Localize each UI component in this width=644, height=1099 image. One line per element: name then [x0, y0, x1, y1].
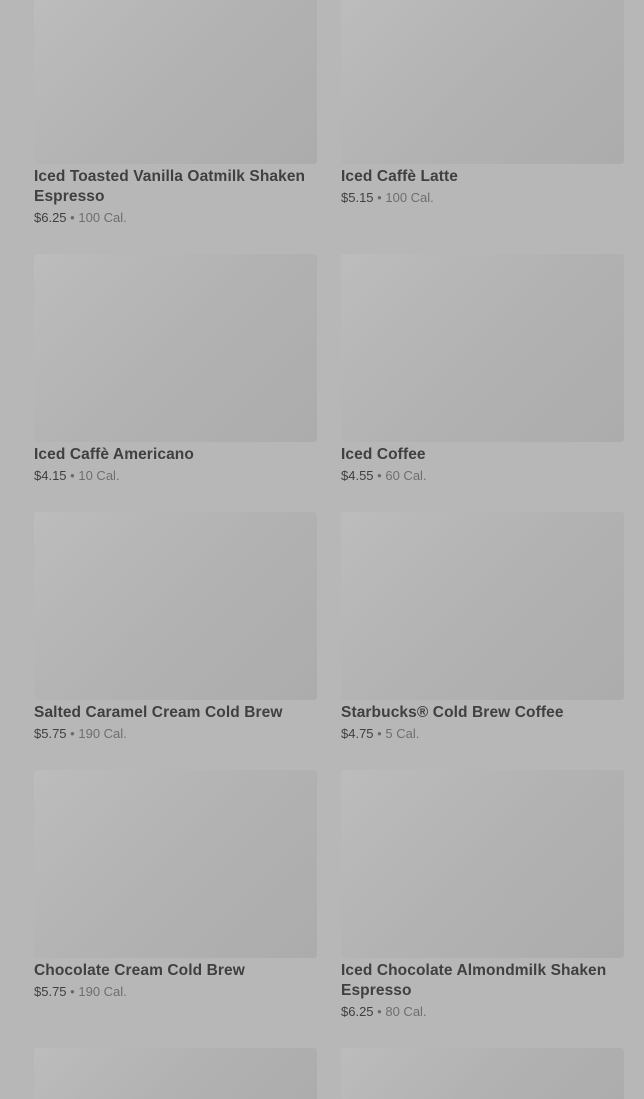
- menu-item-card[interactable]: Iced Chocolate Almondmilk Shaken Espress…: [341, 770, 624, 1021]
- product-meta: $5.15 • 100 Cal.: [341, 189, 624, 207]
- product-meta: $5.75 • 190 Cal.: [34, 725, 317, 743]
- meta-separator: •: [70, 984, 75, 999]
- menu-item-card[interactable]: Iced Caffè Latte $5.15 • 100 Cal.: [341, 0, 624, 207]
- product-image-placeholder[interactable]: [34, 254, 317, 442]
- meta-separator: •: [377, 1004, 382, 1019]
- menu-item-card[interactable]: Salted Caramel Cream Cold Brew $5.75 • 1…: [34, 512, 317, 743]
- product-name[interactable]: Iced Coffee: [341, 445, 624, 465]
- product-calories: 10 Cal.: [78, 468, 120, 483]
- product-image-placeholder[interactable]: [34, 512, 317, 700]
- menu-item-card[interactable]: [34, 1048, 317, 1099]
- product-image-placeholder[interactable]: [341, 770, 624, 958]
- menu-item-card[interactable]: Iced Coffee $4.55 • 60 Cal.: [341, 254, 624, 485]
- menu-item-card[interactable]: Iced Caffè Americano $4.15 • 10 Cal.: [34, 254, 317, 485]
- product-price: $6.25: [341, 1004, 374, 1019]
- product-meta: $6.25 • 100 Cal.: [34, 209, 317, 227]
- meta-separator: •: [70, 210, 75, 225]
- product-calories: 100 Cal.: [78, 210, 127, 225]
- product-image-placeholder[interactable]: [341, 0, 624, 164]
- product-name[interactable]: Salted Caramel Cream Cold Brew: [34, 703, 317, 723]
- product-image-placeholder[interactable]: [341, 254, 624, 442]
- product-calories: 100 Cal.: [385, 190, 434, 205]
- product-price: $4.55: [341, 468, 374, 483]
- menu-item-card[interactable]: Starbucks® Cold Brew Coffee $4.75 • 5 Ca…: [341, 512, 624, 743]
- product-price: $4.75: [341, 726, 374, 741]
- product-meta: $4.15 • 10 Cal.: [34, 467, 317, 485]
- meta-separator: •: [377, 468, 382, 483]
- product-calories: 80 Cal.: [385, 1004, 427, 1019]
- product-image-placeholder[interactable]: [341, 512, 624, 700]
- product-meta: $4.55 • 60 Cal.: [341, 467, 624, 485]
- meta-separator: •: [377, 190, 382, 205]
- product-name[interactable]: Starbucks® Cold Brew Coffee: [341, 703, 624, 723]
- product-price: $4.15: [34, 468, 67, 483]
- product-price: $5.75: [34, 984, 67, 999]
- product-price: $6.25: [34, 210, 67, 225]
- product-name[interactable]: Chocolate Cream Cold Brew: [34, 961, 317, 981]
- product-meta: $6.25 • 80 Cal.: [341, 1003, 624, 1021]
- meta-separator: •: [377, 726, 382, 741]
- menu-item-card[interactable]: [341, 1048, 624, 1099]
- product-image-placeholder[interactable]: [34, 0, 317, 164]
- product-calories: 5 Cal.: [385, 726, 420, 741]
- product-name[interactable]: Iced Toasted Vanilla Oatmilk Shaken Espr…: [34, 167, 317, 207]
- product-name[interactable]: Iced Chocolate Almondmilk Shaken Espress…: [341, 961, 624, 1001]
- product-calories: 60 Cal.: [385, 468, 427, 483]
- product-image-placeholder[interactable]: [34, 770, 317, 958]
- meta-separator: •: [70, 726, 75, 741]
- product-image-placeholder[interactable]: [34, 1048, 317, 1099]
- product-name[interactable]: Iced Caffè Americano: [34, 445, 317, 465]
- product-calories: 190 Cal.: [78, 984, 127, 999]
- meta-separator: •: [70, 468, 75, 483]
- product-image-placeholder[interactable]: [341, 1048, 624, 1099]
- product-name[interactable]: Iced Caffè Latte: [341, 167, 624, 187]
- menu-grid: Iced Toasted Vanilla Oatmilk Shaken Espr…: [0, 0, 644, 1099]
- menu-item-card[interactable]: Iced Toasted Vanilla Oatmilk Shaken Espr…: [34, 0, 317, 227]
- product-calories: 190 Cal.: [78, 726, 127, 741]
- product-meta: $4.75 • 5 Cal.: [341, 725, 624, 743]
- product-price: $5.75: [34, 726, 67, 741]
- menu-item-card[interactable]: Chocolate Cream Cold Brew $5.75 • 190 Ca…: [34, 770, 317, 1001]
- product-price: $5.15: [341, 190, 374, 205]
- product-meta: $5.75 • 190 Cal.: [34, 983, 317, 1001]
